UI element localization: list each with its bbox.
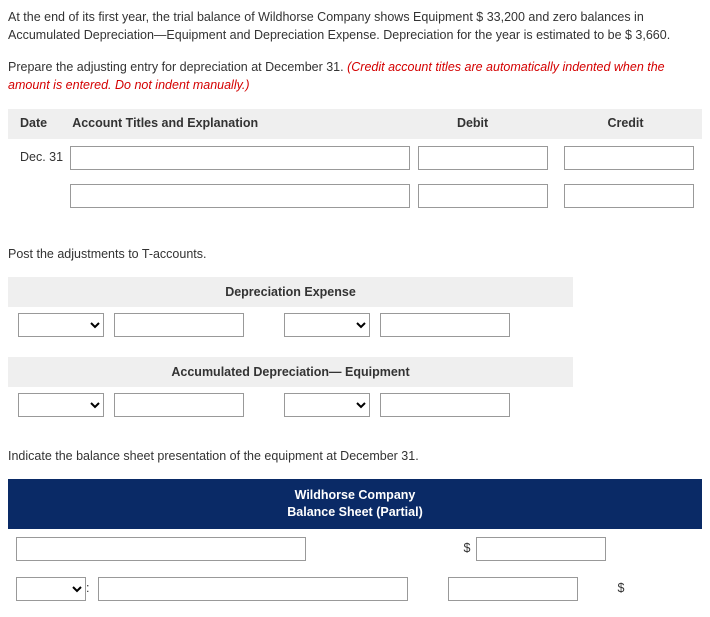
journal-header-row: Date Account Titles and Explanation Debi… [8,109,702,139]
debit-input-1[interactable] [418,146,548,170]
t2-left-date-select[interactable] [18,393,104,417]
date-label: Dec. 31 [8,148,70,166]
debit-input-2[interactable] [418,184,548,208]
bs-amount-input-1[interactable] [476,537,606,561]
balance-sheet-title: Balance Sheet (Partial) [8,504,702,521]
intro-p2-plain: Prepare the adjusting entry for deprecia… [8,60,347,74]
t-account-2: Accumulated Depreciation— Equipment [8,357,573,417]
t-account-2-body [8,393,573,417]
bs-amount-input-2[interactable] [448,577,578,601]
t-account-2-title: Accumulated Depreciation— Equipment [8,357,573,387]
t2-right-amount-input[interactable] [380,393,510,417]
dollar-sign-1: $ [458,539,476,557]
bs-label-input-1[interactable] [16,537,306,561]
colon-label: : [86,579,94,597]
t-account-1-body [8,313,573,337]
journal-row-2 [8,177,702,215]
balance-sheet-row-1: $ [8,529,702,569]
t-account-1-title: Depreciation Expense [8,277,573,307]
intro-paragraph-1: At the end of its first year, the trial … [8,8,702,44]
intro-paragraph-2: Prepare the adjusting entry for deprecia… [8,58,702,94]
credit-input-2[interactable] [564,184,694,208]
header-account-titles: Account Titles and Explanation [72,114,396,132]
balance-sheet-company: Wildhorse Company [8,487,702,504]
t2-left-amount-input[interactable] [114,393,244,417]
t1-left-date-select[interactable] [18,313,104,337]
header-debit: Debit [396,114,549,132]
balance-sheet-header: Wildhorse Company Balance Sheet (Partial… [8,479,702,529]
balance-sheet-intro: Indicate the balance sheet presentation … [8,447,702,465]
balance-sheet-row-2: : $ [8,569,702,609]
header-credit: Credit [549,114,702,132]
post-adjustments-text: Post the adjustments to T-accounts. [8,245,702,263]
t1-right-amount-input[interactable] [380,313,510,337]
account-title-input-2[interactable] [70,184,410,208]
account-title-input-1[interactable] [70,146,410,170]
t-account-1: Depreciation Expense [8,277,573,337]
bs-row2-select[interactable] [16,577,86,601]
credit-input-1[interactable] [564,146,694,170]
t2-right-date-select[interactable] [284,393,370,417]
dollar-sign-2: $ [612,579,630,597]
header-date: Date [8,114,72,132]
journal-row-1: Dec. 31 [8,139,702,177]
bs-label-input-2[interactable] [98,577,408,601]
t1-right-date-select[interactable] [284,313,370,337]
t1-left-amount-input[interactable] [114,313,244,337]
